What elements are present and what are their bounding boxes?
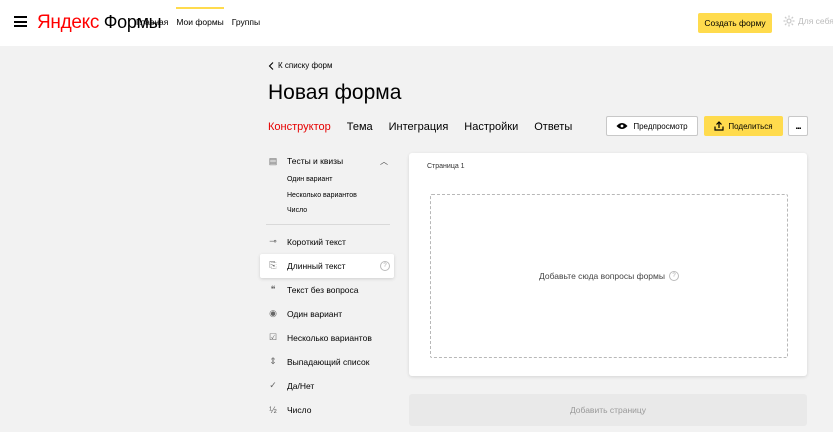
number-icon: ½	[269, 404, 277, 415]
short-text-icon: ⊸	[269, 236, 277, 246]
tab-settings[interactable]: Настройки	[464, 120, 518, 134]
dropdown-icon: ⇕	[269, 356, 277, 366]
main-nav: Главная Мои формы Группы	[136, 7, 260, 28]
tab-theme[interactable]: Тема	[347, 120, 373, 134]
menu-icon[interactable]	[14, 16, 27, 27]
quote-icon: ❝	[270, 284, 276, 294]
nav-groups[interactable]: Группы	[232, 16, 260, 28]
back-label: К списку форм	[278, 61, 333, 70]
for-you-switch[interactable]: Для себя	[783, 15, 833, 27]
page-card: Страница 1 Добавьте сюда вопросы формы ?	[409, 153, 807, 376]
quiz-item-multiple[interactable]: Несколько вариантов	[260, 188, 394, 204]
tab-integration[interactable]: Интеграция	[389, 120, 449, 134]
palette-item-long-text[interactable]: ⎘ Длинный текст ?	[260, 253, 394, 278]
quiz-icon: ▤	[268, 155, 278, 166]
create-form-button[interactable]: Создать форму	[698, 13, 772, 33]
for-you-label: Для себя	[798, 16, 833, 26]
palette-item-label: Несколько вариантов	[287, 332, 372, 343]
palette-item-dropdown[interactable]: ⇕ Выпадающий список	[260, 350, 394, 374]
palette-item-label: Длинный текст	[287, 260, 346, 271]
top-bar: Яндекс Формы Главная Мои формы Группы Со…	[0, 0, 833, 46]
preview-label: Предпросмотр	[633, 121, 688, 131]
question-palette: ▤ Тесты и квизы ︿ Один вариант Несколько…	[260, 152, 394, 422]
more-options-button[interactable]: ...	[788, 116, 808, 136]
palette-item-short-text[interactable]: ⊸ Короткий текст	[260, 230, 394, 254]
group-label: Тесты и квизы	[287, 156, 344, 166]
dropzone-text: Добавьте сюда вопросы формы	[539, 271, 665, 281]
preview-button[interactable]: Предпросмотр	[606, 116, 698, 136]
questions-dropzone[interactable]: Добавьте сюда вопросы формы ?	[430, 194, 788, 358]
long-text-icon: ⎘	[269, 260, 277, 270]
share-button[interactable]: Поделиться	[704, 116, 783, 136]
palette-item-label: Число	[287, 404, 312, 415]
page-label[interactable]: Страница 1	[427, 163, 465, 170]
chevron-up-icon: ︿	[380, 156, 388, 166]
share-icon	[714, 121, 725, 131]
palette-item-number[interactable]: ½ Число	[260, 398, 394, 422]
palette-item-label: Короткий текст	[287, 236, 346, 247]
gear-icon	[783, 15, 795, 27]
palette-item-label: Текст без вопроса	[287, 284, 359, 295]
check-icon: ✓	[269, 380, 277, 390]
palette-item-single-choice[interactable]: ◉ Один вариант	[260, 302, 394, 326]
eye-icon	[616, 123, 628, 129]
tab-constructor[interactable]: Конструктор	[268, 120, 331, 134]
logo-yandex: Яндекс	[37, 12, 100, 33]
form-title[interactable]: Новая форма	[268, 80, 401, 106]
back-to-forms-link[interactable]: К списку форм	[268, 61, 332, 70]
group-tests-quizzes[interactable]: ▤ Тесты и квизы ︿	[260, 152, 394, 170]
palette-item-label: Один вариант	[287, 308, 343, 319]
tab-answers[interactable]: Ответы	[534, 120, 572, 134]
quiz-item-number[interactable]: Число	[260, 203, 394, 219]
help-icon[interactable]: ?	[668, 271, 679, 281]
chevron-left-icon	[268, 61, 274, 70]
help-icon[interactable]: ?	[380, 260, 390, 271]
form-tabs: Конструктор Тема Интеграция Настройки От…	[268, 120, 588, 134]
add-page-button[interactable]: Добавить страницу	[409, 394, 807, 426]
checkbox-icon: ☑	[268, 332, 278, 342]
palette-item-yes-no[interactable]: ✓ Да/Нет	[260, 374, 394, 398]
nav-my-forms[interactable]: Мои формы	[176, 7, 225, 28]
radio-icon: ◉	[269, 308, 277, 318]
share-label: Поделиться	[728, 121, 773, 131]
palette-item-label: Да/Нет	[287, 380, 315, 391]
quiz-item-single[interactable]: Один вариант	[260, 172, 394, 188]
palette-item-label: Выпадающий список	[287, 356, 370, 367]
palette-item-text-no-question[interactable]: ❝ Текст без вопроса	[260, 278, 394, 302]
divider	[266, 223, 390, 225]
palette-item-multiple-choice[interactable]: ☑ Несколько вариантов	[260, 326, 394, 350]
nav-home[interactable]: Главная	[136, 16, 168, 28]
